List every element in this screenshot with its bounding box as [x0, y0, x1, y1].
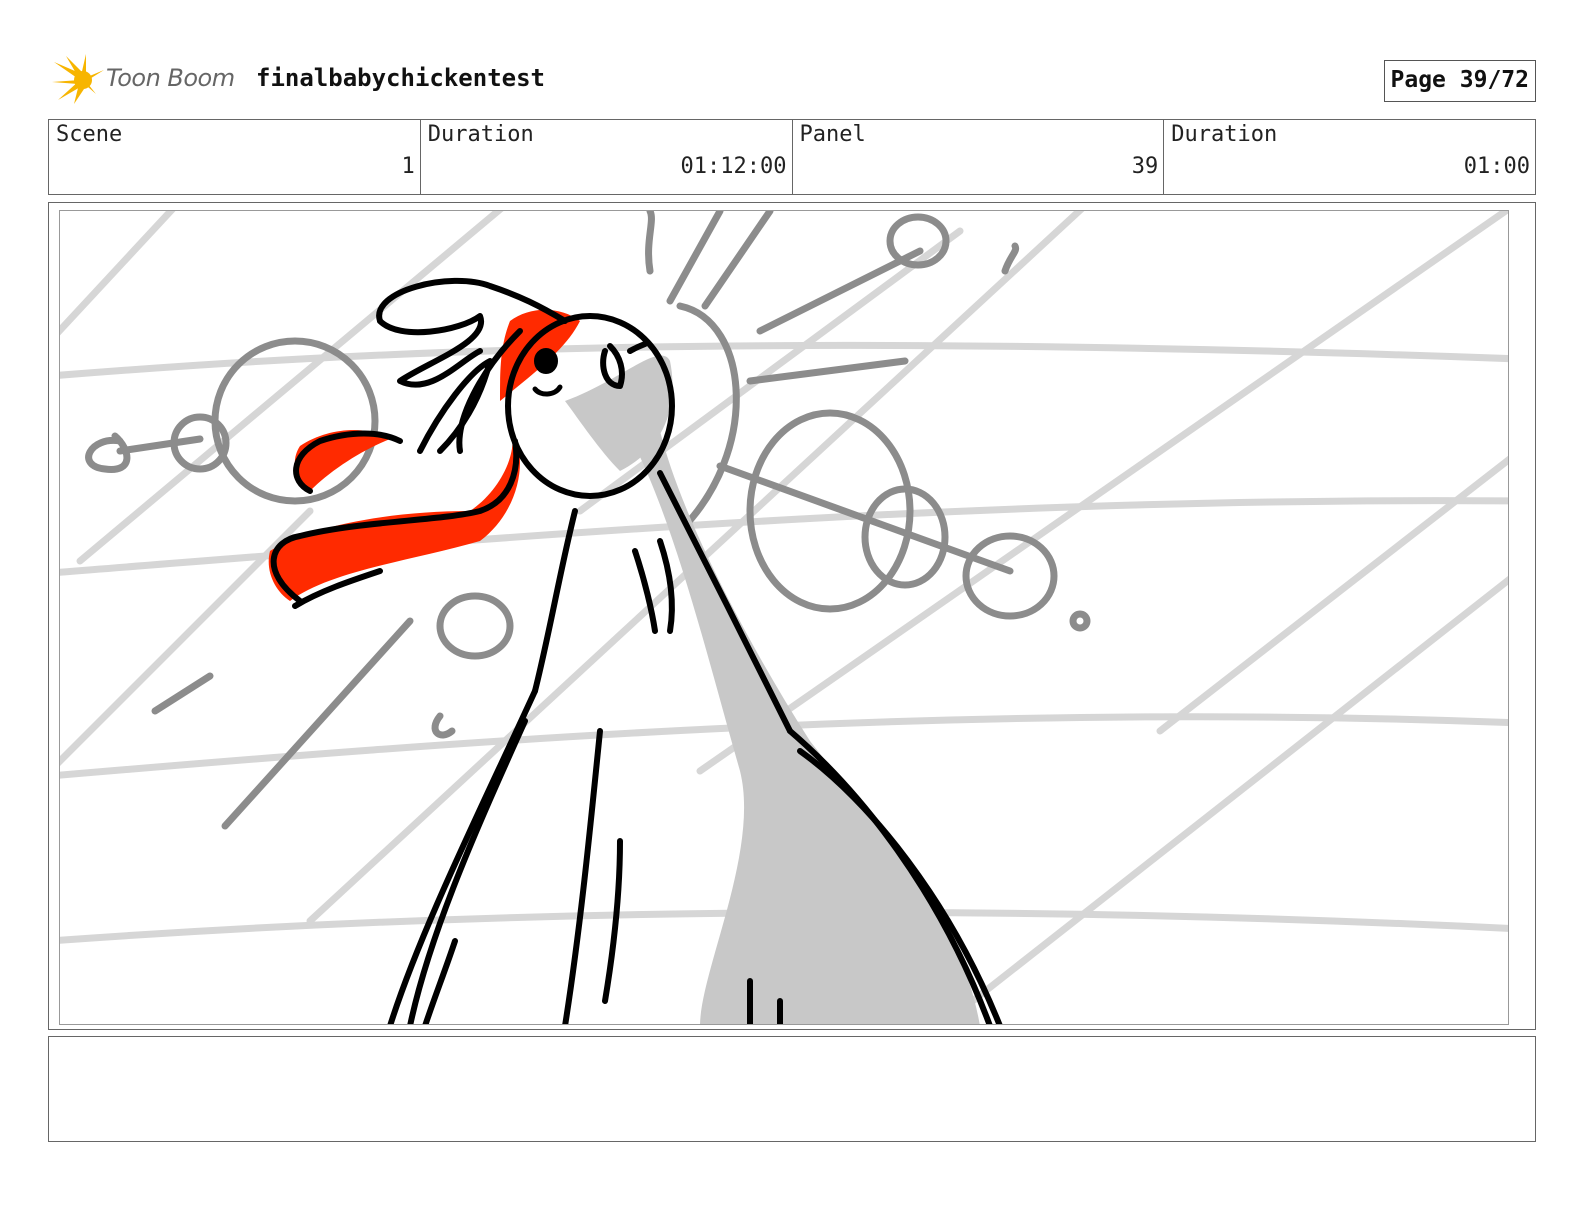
toon-boom-logo: Toon Boom [52, 54, 242, 106]
logo-text: Toon Boom [106, 64, 235, 92]
scene-label: Scene [56, 122, 123, 147]
panel-notes [48, 1036, 1536, 1142]
scene-info-table: Scene 1 Duration 01:12:00 Panel 39 Durat… [48, 119, 1536, 195]
storyboard-panel [48, 202, 1536, 1030]
scene-value: 1 [401, 154, 415, 179]
panel-sketch [60, 211, 1508, 1024]
scene-cell: Scene 1 [49, 120, 421, 194]
panel-duration-value: 01:00 [1463, 154, 1530, 179]
scene-duration-label: Duration [427, 122, 534, 147]
header: Toon Boom finalbabychickentest Page 39/7… [50, 52, 1536, 108]
scene-duration-cell: Duration 01:12:00 [421, 120, 793, 194]
panel-label: Panel [799, 122, 866, 147]
panel-duration-cell: Duration 01:00 [1164, 120, 1535, 194]
panel-cell: Panel 39 [793, 120, 1165, 194]
panel-frame [59, 210, 1509, 1025]
scene-duration-value: 01:12:00 [680, 154, 787, 179]
page-indicator: Page 39/72 [1383, 60, 1536, 102]
panel-duration-label: Duration [1171, 122, 1278, 147]
project-title: finalbabychickentest [256, 64, 545, 92]
starburst-icon [52, 54, 104, 104]
panel-value: 39 [1131, 154, 1159, 179]
